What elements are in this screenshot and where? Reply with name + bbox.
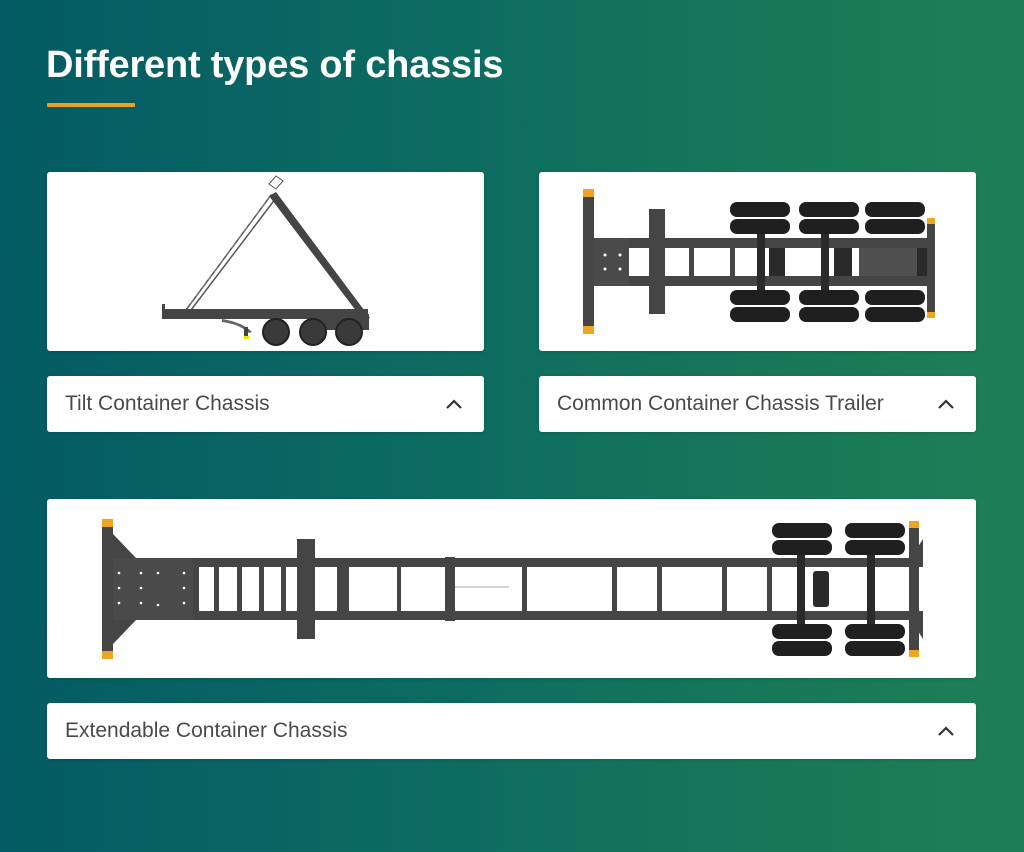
accordion-extendable-container-chassis[interactable]: Extendable Container Chassis bbox=[47, 703, 976, 759]
chevron-up-icon[interactable] bbox=[936, 724, 956, 738]
accordion-label: Tilt Container Chassis bbox=[65, 392, 270, 415]
chevron-up-icon[interactable] bbox=[444, 397, 464, 411]
accordion-label: Common Container Chassis Trailer bbox=[557, 392, 884, 415]
accordion-tilt-container-chassis[interactable]: Tilt Container Chassis bbox=[47, 376, 484, 432]
extendable-chassis-image-card bbox=[47, 499, 976, 678]
tilt-chassis-illustration bbox=[162, 175, 370, 346]
page-title: Different types of chassis bbox=[46, 44, 504, 86]
chevron-up-icon[interactable] bbox=[936, 397, 956, 411]
extendable-chassis-illustration bbox=[102, 519, 923, 659]
title-underline bbox=[47, 103, 135, 107]
accordion-common-container-chassis-trailer[interactable]: Common Container Chassis Trailer bbox=[539, 376, 976, 432]
accordion-label: Extendable Container Chassis bbox=[65, 719, 348, 742]
tilt-chassis-image-card bbox=[47, 172, 484, 351]
common-chassis-illustration bbox=[583, 189, 935, 334]
common-chassis-image-card bbox=[539, 172, 976, 351]
